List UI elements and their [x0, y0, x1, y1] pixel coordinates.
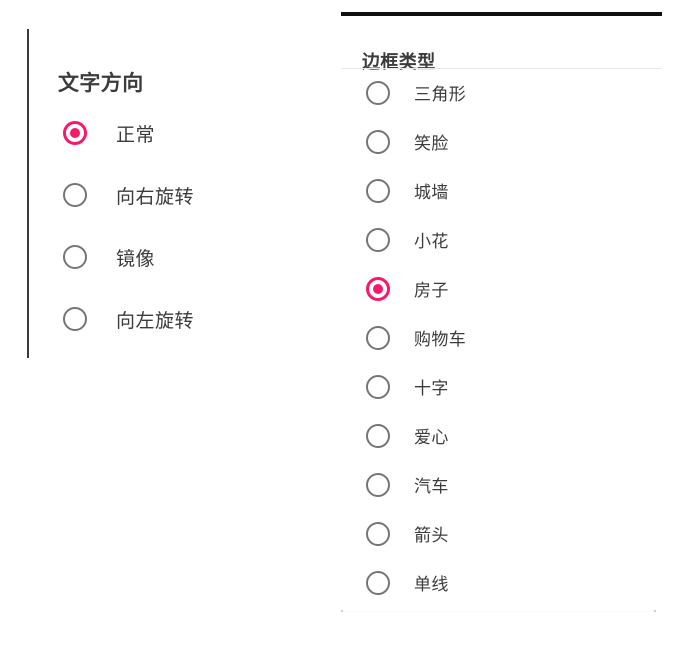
- radio-dot: [70, 314, 80, 324]
- radio-dot: [373, 88, 383, 98]
- text-direction-radio-group: 正常向右旋转镜像向左旋转: [0, 102, 330, 350]
- radio-option-label: 购物车: [414, 330, 467, 349]
- radio-selected-icon[interactable]: [366, 276, 390, 301]
- radio-dot: [373, 137, 383, 147]
- radio-option-text-direction-1[interactable]: 向右旋转: [0, 164, 330, 226]
- radio-option-label: 三角形: [414, 85, 467, 104]
- radio-option-label: 向右旋转: [116, 186, 195, 208]
- radio-dot: [373, 431, 383, 441]
- radio-option-border-type-3[interactable]: 小花: [330, 215, 674, 264]
- radio-option-border-type-6[interactable]: 十字: [330, 362, 674, 411]
- radio-option-border-type-7[interactable]: 爱心: [330, 411, 674, 460]
- radio-option-border-type-4[interactable]: 房子: [330, 264, 674, 313]
- radio-option-text-direction-3[interactable]: 向左旋转: [0, 288, 330, 350]
- radio-unselected-icon[interactable]: [63, 245, 87, 269]
- radio-option-label: 向左旋转: [116, 310, 195, 332]
- radio-dot: [373, 283, 383, 294]
- radio-unselected-icon[interactable]: [366, 374, 390, 399]
- radio-option-text-direction-2[interactable]: 镜像: [0, 226, 330, 288]
- radio-option-label: 笑脸: [414, 134, 449, 153]
- radio-option-border-type-9[interactable]: 箭头: [330, 509, 674, 558]
- radio-option-label: 正常: [116, 124, 156, 146]
- radio-dot: [373, 235, 383, 245]
- border-type-radio-group: 三角形笑脸城墙小花房子购物车十字爱心汽车箭头单线: [330, 68, 674, 607]
- radio-option-label: 房子: [414, 281, 449, 300]
- radio-option-label: 城墙: [414, 183, 449, 202]
- radio-option-label: 箭头: [414, 526, 449, 545]
- radio-dot: [373, 333, 383, 343]
- radio-dot: [70, 190, 80, 200]
- radio-unselected-icon[interactable]: [366, 325, 390, 350]
- radio-unselected-icon[interactable]: [366, 178, 390, 203]
- radio-dot: [373, 578, 383, 588]
- radio-option-label: 汽车: [414, 477, 449, 496]
- radio-unselected-icon[interactable]: [366, 521, 390, 546]
- radio-unselected-icon[interactable]: [366, 227, 390, 252]
- border-type-panel: 边框类型 三角形 笑脸 城墙 小花 房子 购物车 十字 爱心 汽车 箭头 单线: [330, 0, 674, 652]
- radio-option-border-type-8[interactable]: 汽车: [330, 460, 674, 509]
- radio-dot: [373, 480, 383, 490]
- radio-unselected-icon[interactable]: [63, 307, 87, 331]
- radio-dot: [373, 529, 383, 539]
- radio-option-border-type-10[interactable]: 单线: [330, 558, 674, 607]
- radio-dot: [70, 128, 80, 138]
- radio-option-label: 小花: [414, 232, 449, 251]
- radio-unselected-icon[interactable]: [366, 423, 390, 448]
- radio-option-label: 镜像: [116, 248, 156, 270]
- radio-option-text-direction-0[interactable]: 正常: [0, 102, 330, 164]
- radio-option-border-type-5[interactable]: 购物车: [330, 313, 674, 362]
- radio-option-label: 十字: [414, 379, 449, 398]
- radio-unselected-icon[interactable]: [366, 129, 390, 154]
- text-direction-title: 文字方向: [58, 72, 144, 96]
- radio-option-border-type-2[interactable]: 城墙: [330, 166, 674, 215]
- radio-dot: [70, 252, 80, 262]
- radio-unselected-icon[interactable]: [366, 80, 390, 105]
- radio-unselected-icon[interactable]: [366, 472, 390, 497]
- radio-selected-icon[interactable]: [63, 121, 87, 145]
- radio-unselected-icon[interactable]: [63, 183, 87, 207]
- panel-top-border: [341, 12, 662, 16]
- list-bottom-divider: [341, 610, 656, 612]
- radio-dot: [373, 382, 383, 392]
- radio-unselected-icon[interactable]: [366, 570, 390, 595]
- radio-dot: [373, 186, 383, 196]
- radio-option-border-type-1[interactable]: 笑脸: [330, 117, 674, 166]
- radio-option-border-type-0[interactable]: 三角形: [330, 68, 674, 117]
- text-direction-panel: 文字方向 正常向右旋转镜像向左旋转: [0, 0, 330, 652]
- radio-option-label: 单线: [414, 575, 449, 594]
- radio-option-label: 爱心: [414, 428, 449, 447]
